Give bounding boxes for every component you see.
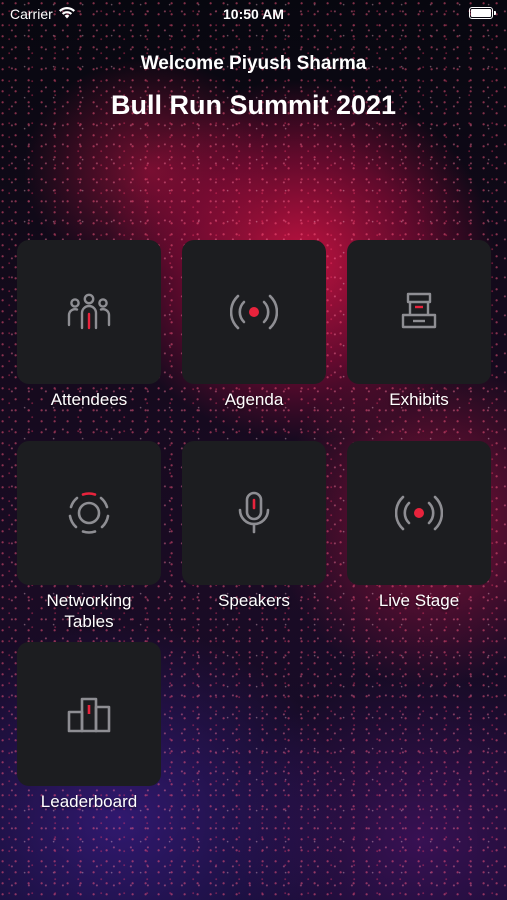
tile-networking-tables[interactable]: Networking Tables [17,441,161,632]
people-icon [66,292,112,332]
microphone-icon [236,490,272,536]
tile-agenda[interactable]: Agenda [182,240,326,410]
tile-leaderboard[interactable]: Leaderboard [17,642,161,812]
tile-exhibits[interactable]: Exhibits [347,240,491,410]
tile-label: Speakers [218,591,290,610]
battery-icon [469,7,496,19]
tile-label: Agenda [224,390,284,409]
tile-label: Attendees [50,390,128,409]
round-table-icon [66,490,112,536]
tile-label: Leaderboard [40,792,138,811]
broadcast-icon [230,292,278,332]
tile-speakers[interactable]: Speakers [182,441,326,611]
tile-label: Live Stage [378,591,460,610]
welcome-message: Welcome Piyush Sharma [140,53,367,74]
tile-attendees[interactable]: Attendees [17,240,161,410]
broadcast-icon [395,493,443,533]
clock: 10:50 AM [223,6,284,22]
tile-label: Exhibits [389,390,449,409]
event-title: Bull Run Summit 2021 [110,90,397,120]
podium-icon [66,694,112,734]
status-bar: Carrier 10:50 AM [0,0,507,30]
tile-live-stage[interactable]: Live Stage [347,441,491,611]
booth-icon [399,291,439,333]
tile-label: Networking Tables [46,591,132,631]
